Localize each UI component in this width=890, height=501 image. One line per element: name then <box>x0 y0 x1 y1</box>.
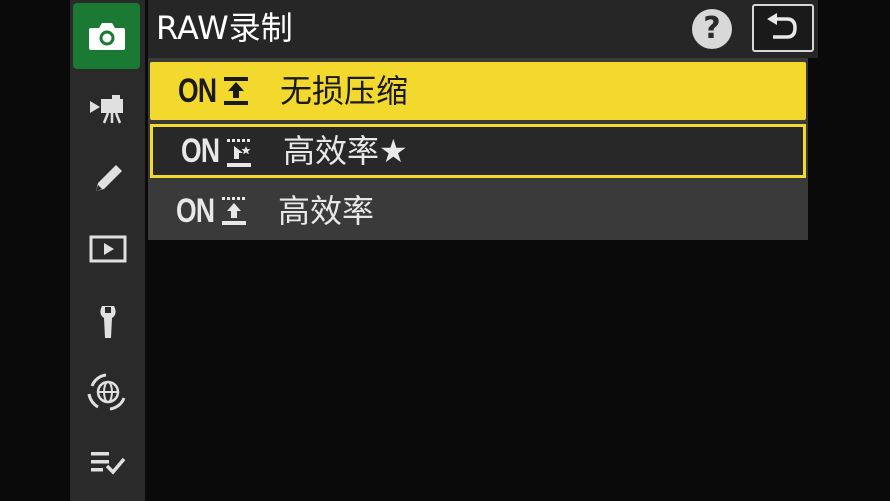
page-title: RAW录制 <box>156 9 293 47</box>
option-label: 高效率★ <box>283 132 408 170</box>
option-label: 高效率 <box>278 192 375 230</box>
wrench-icon <box>99 306 116 338</box>
my-menu-check-icon <box>90 452 125 475</box>
option-on-label: ON <box>176 192 215 230</box>
high-efficiency-star-icon <box>227 139 251 167</box>
sidebar-item-network[interactable] <box>70 360 145 424</box>
sidebar-item-playback[interactable] <box>70 217 145 281</box>
help-button[interactable]: ? <box>692 9 732 49</box>
back-button[interactable] <box>752 4 814 52</box>
option-on-label: ON <box>181 132 220 170</box>
return-arrow-icon <box>767 13 797 39</box>
menu-sidebar <box>70 0 145 501</box>
camera-menu-screen: RAW录制 ? ON 无损压缩 ON 高效率★ ON 高效率 <box>0 0 890 501</box>
sidebar-item-movie[interactable] <box>70 77 145 141</box>
pencil-icon <box>95 165 122 191</box>
sidebar-item-setup[interactable] <box>70 290 145 354</box>
network-globe-icon <box>87 373 125 411</box>
option-high-efficiency[interactable]: ON 高效率 <box>148 182 808 240</box>
menu-header: RAW录制 ? <box>148 0 818 58</box>
raw-recording-options: ON 无损压缩 ON 高效率★ ON 高效率 <box>148 58 808 240</box>
sidebar-item-custom-settings[interactable] <box>70 147 145 211</box>
option-label: 无损压缩 <box>280 72 409 110</box>
playback-icon <box>89 235 126 263</box>
camera-icon <box>88 23 125 50</box>
movie-camera-icon <box>89 95 123 124</box>
sidebar-item-photo-shooting[interactable] <box>73 3 140 69</box>
sidebar-item-my-menu[interactable] <box>70 430 145 494</box>
option-on-label: ON <box>178 72 217 110</box>
option-lossless-compressed[interactable]: ON 无损压缩 <box>150 62 806 120</box>
lossless-compressed-icon <box>224 77 248 105</box>
option-high-efficiency-star[interactable]: ON 高效率★ <box>150 124 806 178</box>
high-efficiency-icon <box>222 197 246 225</box>
